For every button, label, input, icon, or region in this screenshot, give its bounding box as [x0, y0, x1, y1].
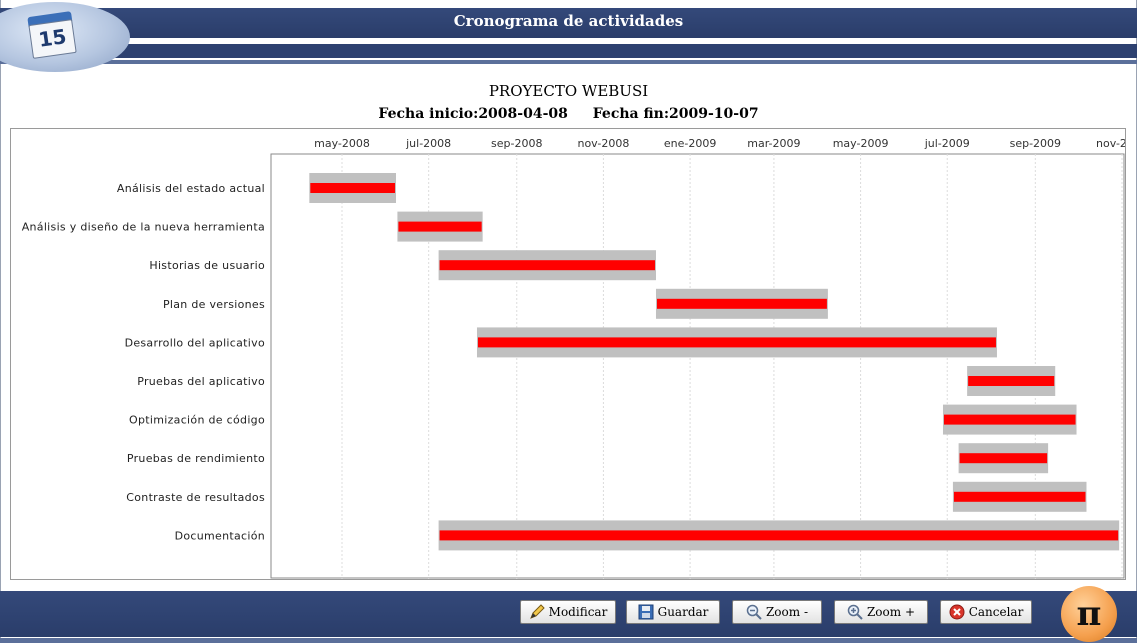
title-stripe — [0, 44, 1137, 58]
x-tick-label: may-2008 — [314, 137, 370, 150]
zoom-in-button[interactable]: Zoom + — [834, 600, 928, 624]
end-date-label: Fecha fin: — [592, 106, 670, 122]
start-date-group: Fecha inicio:2008-04-08 — [378, 106, 567, 122]
guardar-button[interactable]: Guardar — [626, 600, 720, 624]
project-dates: Fecha inicio:2008-04-08 Fecha fin:2009-1… — [0, 106, 1137, 122]
footer-line — [0, 638, 1137, 643]
x-tick-label: may-2009 — [833, 137, 889, 150]
project-name: PROYECTO WEBUSI — [488, 82, 649, 100]
x-tick-label: jul-2008 — [405, 137, 451, 150]
end-date-group: Fecha fin:2009-10-07 — [593, 106, 759, 122]
x-tick-label: nov-2008 — [577, 137, 629, 150]
task-label: Pruebas del aplicativo — [137, 375, 265, 388]
footer: Modificar Guardar Zoom - Zoom + Cancelar… — [0, 586, 1137, 643]
task-label: Análisis y diseño de la nueva herramient… — [22, 221, 265, 234]
zoom-out-label: Zoom - — [765, 605, 809, 619]
task-label: Plan de versiones — [163, 298, 265, 311]
start-date-label: Fecha inicio: — [378, 106, 479, 122]
end-date-value: 2009-10-07 — [669, 106, 759, 122]
task-bar — [953, 491, 1086, 502]
task-bar — [310, 183, 395, 193]
zoom-in-icon — [847, 604, 863, 620]
pencil-icon — [529, 604, 545, 620]
task-bar — [968, 376, 1055, 386]
x-tick-label: sep-2009 — [1010, 137, 1061, 150]
zoom-out-icon — [746, 604, 762, 620]
gantt-chart-panel: may-2008 jul-2008 sep-2008 nov-2008 ene-2009… — [10, 128, 1126, 580]
task-label: Contraste de resultados — [126, 491, 265, 504]
window-title: Cronograma de actividades — [453, 12, 684, 30]
x-tick-label: nov-2009 — [1096, 137, 1125, 150]
task-bar — [656, 298, 827, 309]
guardar-label: Guardar — [657, 605, 709, 619]
x-tick-label: ene-2009 — [664, 137, 716, 150]
zoom-in-label: Zoom + — [866, 605, 916, 619]
task-label: Desarrollo del aplicativo — [125, 336, 265, 349]
x-tick-label: mar-2009 — [747, 137, 800, 150]
task-label: Análisis del estado actual — [117, 182, 265, 195]
x-tick-label: jul-2009 — [924, 137, 970, 150]
pi-logo: π — [1061, 586, 1117, 642]
header: Cronograma de actividades 15 — [0, 0, 1137, 72]
start-date-value: 2008-04-08 — [478, 106, 568, 122]
task-bar — [943, 414, 1076, 425]
task-bar — [439, 260, 655, 271]
zoom-out-button[interactable]: Zoom - — [732, 600, 822, 624]
task-label: Pruebas de rendimiento — [127, 452, 265, 465]
calendar-icon: 15 — [27, 11, 77, 59]
gantt-chart: may-2008 jul-2008 sep-2008 nov-2008 ene-2009… — [22, 137, 1125, 579]
title-stripe-light — [0, 60, 1137, 64]
task-label: Documentación — [175, 529, 265, 542]
cancelar-label: Cancelar — [968, 605, 1024, 619]
task-bar — [439, 530, 1119, 541]
task-label: Historias de usuario — [149, 259, 265, 272]
save-icon — [638, 604, 654, 620]
cancelar-button[interactable]: Cancelar — [940, 600, 1032, 624]
x-tick-label: sep-2008 — [491, 137, 542, 150]
task-bar — [959, 453, 1048, 464]
task-bar — [398, 221, 482, 232]
task-bar — [477, 337, 996, 348]
cancel-icon — [949, 604, 965, 620]
modificar-button[interactable]: Modificar — [520, 600, 616, 624]
task-label: Optimización de código — [129, 414, 265, 427]
modificar-label: Modificar — [548, 605, 608, 619]
